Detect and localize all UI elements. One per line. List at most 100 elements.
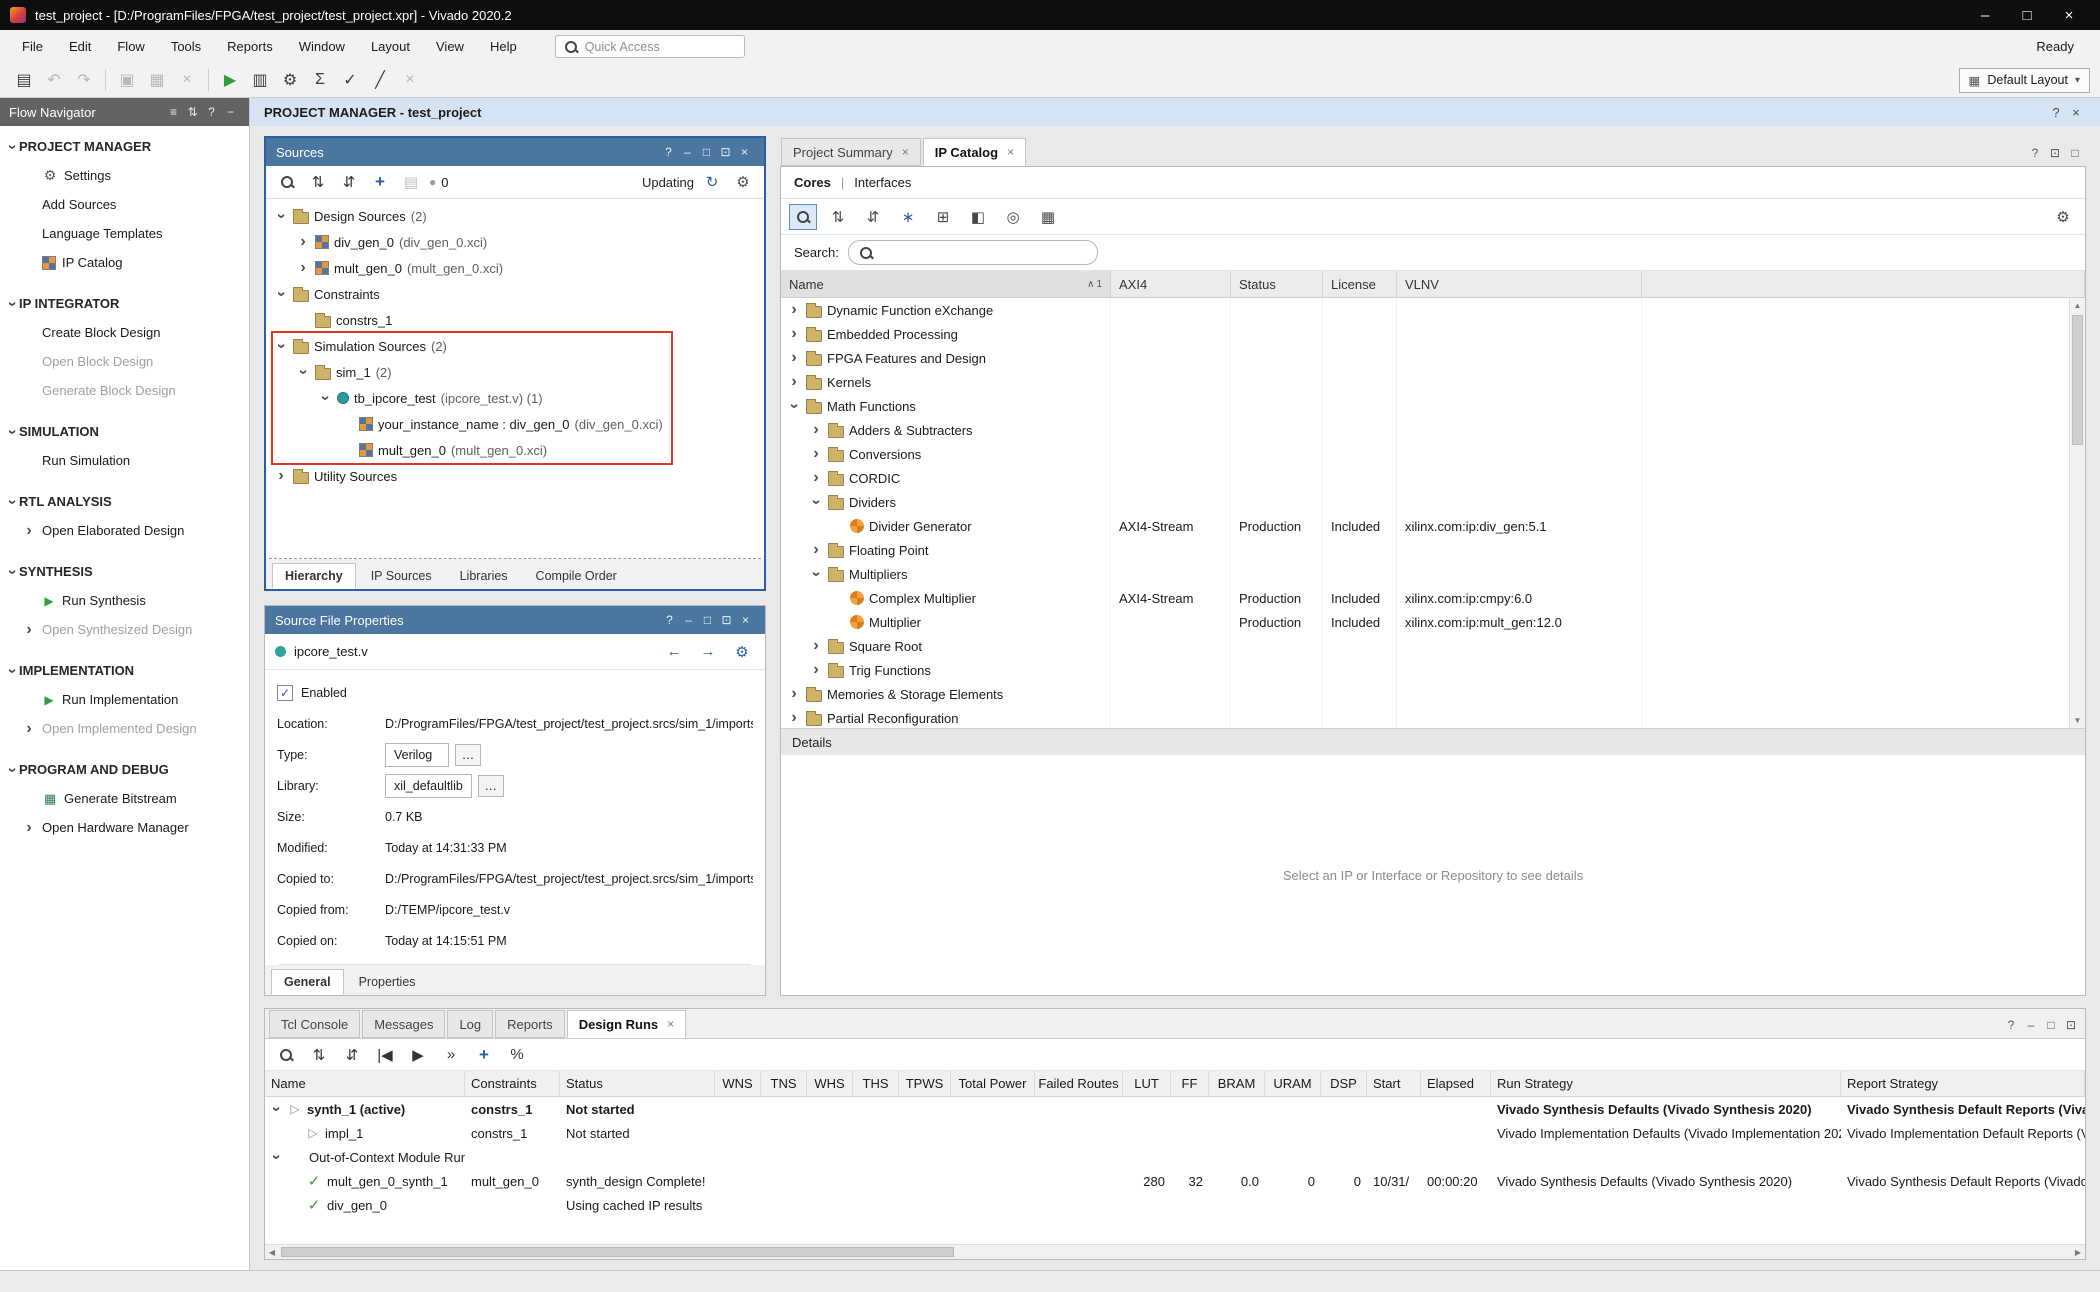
- taxonomy-icon[interactable]: ∗: [894, 204, 922, 230]
- column-header-failed-routes[interactable]: Failed Routes: [1035, 1071, 1123, 1096]
- design-run-row-mult-gen-0-synth-1[interactable]: ✓mult_gen_0_synth_1mult_gen_0synth_desig…: [265, 1169, 2085, 1193]
- chevron-closed-icon[interactable]: ›: [787, 687, 801, 701]
- catalog-vertical-scrollbar[interactable]: ▲ ▼: [2069, 298, 2085, 728]
- gear-icon[interactable]: ⚙: [730, 170, 756, 194]
- next-icon[interactable]: →: [695, 640, 721, 664]
- column-header-axi4[interactable]: AXI4: [1111, 271, 1231, 297]
- tab-compile-order[interactable]: Compile Order: [523, 563, 630, 589]
- menu-view[interactable]: View: [424, 34, 476, 59]
- catalog-row-dynamic-function-exchange[interactable]: ›Dynamic Function eXchange: [781, 298, 2085, 322]
- chevron-closed-icon[interactable]: ›: [787, 327, 801, 341]
- chevron-closed-icon[interactable]: ›: [22, 722, 36, 736]
- chevron-open-icon[interactable]: ›: [5, 297, 19, 311]
- column-header-name[interactable]: Name∧1: [781, 271, 1111, 297]
- chevron-closed-icon[interactable]: ›: [809, 423, 823, 437]
- tree-item-div-gen-0[interactable]: ›div_gen_0(div_gen_0.xci): [266, 229, 764, 255]
- column-header-constraints[interactable]: Constraints: [465, 1071, 560, 1096]
- quick-access-input[interactable]: Quick Access: [555, 35, 745, 58]
- add-sources-icon[interactable]: +: [367, 170, 393, 194]
- undo-icon[interactable]: ↶: [40, 67, 68, 93]
- menu-layout[interactable]: Layout: [359, 34, 422, 59]
- nav-item-open-implemented-design[interactable]: ›Open Implemented Design: [0, 714, 249, 743]
- chevron-closed-icon[interactable]: ›: [809, 471, 823, 485]
- tree-item-constrs-1[interactable]: constrs_1: [266, 307, 764, 333]
- column-header-elapsed[interactable]: Elapsed: [1421, 1071, 1491, 1096]
- catalog-row-math-functions[interactable]: ›Math Functions: [781, 394, 2085, 418]
- help-icon[interactable]: ?: [659, 145, 678, 159]
- minimize-icon[interactable]: –: [678, 145, 697, 159]
- nav-item-ip-catalog[interactable]: IP Catalog: [0, 248, 249, 277]
- nav-item-open-block-design[interactable]: Open Block Design: [0, 347, 249, 376]
- maximize-icon[interactable]: □: [2041, 1018, 2061, 1032]
- tab-ip-sources[interactable]: IP Sources: [358, 563, 445, 589]
- resize-icon[interactable]: ⇅: [183, 105, 202, 119]
- tab-reports[interactable]: Reports: [495, 1010, 565, 1038]
- minimize-window-icon[interactable]: –: [1964, 1, 2006, 29]
- search-icon[interactable]: [273, 1043, 299, 1067]
- chevron-closed-icon[interactable]: ›: [787, 351, 801, 365]
- catalog-row-multipliers[interactable]: ›Multipliers: [781, 562, 2085, 586]
- add-repository-icon[interactable]: ⊞: [929, 204, 957, 230]
- properties-horizontal-scrollbar[interactable]: ◀ ▶: [279, 964, 751, 965]
- flow-icon[interactable]: ▥: [246, 67, 274, 93]
- float-icon[interactable]: ⊡: [716, 145, 735, 159]
- tree-item-mult-gen-0[interactable]: mult_gen_0(mult_gen_0.xci): [266, 437, 764, 463]
- catalog-row-kernels[interactable]: ›Kernels: [781, 370, 2085, 394]
- chevron-open-icon[interactable]: ›: [5, 565, 19, 579]
- chevron-closed-icon[interactable]: ›: [787, 303, 801, 317]
- tab-properties[interactable]: Properties: [346, 969, 429, 995]
- search-icon[interactable]: [789, 204, 817, 230]
- nav-section-header-ip-integrator[interactable]: ›IP INTEGRATOR: [0, 289, 249, 318]
- run-icon[interactable]: ▶: [216, 67, 244, 93]
- float-icon[interactable]: ⊡: [2061, 1018, 2081, 1032]
- chevron-closed-icon[interactable]: ›: [296, 235, 310, 249]
- catalog-row-fpga-features-and-design[interactable]: ›FPGA Features and Design: [781, 346, 2085, 370]
- chevron-open-icon[interactable]: ›: [5, 140, 19, 154]
- column-header-license[interactable]: License: [1323, 271, 1397, 297]
- menu-reports[interactable]: Reports: [215, 34, 285, 59]
- maximize-icon[interactable]: □: [698, 613, 717, 627]
- chevron-closed-icon[interactable]: ›: [809, 447, 823, 461]
- tree-item-tb-ipcore-test[interactable]: ›tb_ipcore_test(ipcore_test.v) (1): [266, 385, 764, 411]
- maximize-window-icon[interactable]: □: [2006, 1, 2048, 29]
- column-header-bram[interactable]: BRAM: [1209, 1071, 1265, 1096]
- ellipsis-button[interactable]: …: [478, 775, 504, 797]
- column-header-report-strategy[interactable]: Report Strategy: [1841, 1071, 2085, 1096]
- settings-icon[interactable]: ⚙: [276, 67, 304, 93]
- nav-section-header-rtl-analysis[interactable]: ›RTL ANALYSIS: [0, 487, 249, 516]
- tab-design-runs[interactable]: Design Runs×: [567, 1010, 686, 1038]
- design-run-row-out-of-context-module-runs[interactable]: ›Out-of-Context Module Runs: [265, 1145, 2085, 1169]
- catalog-row-memories-storage-elements[interactable]: ›Memories & Storage Elements: [781, 682, 2085, 706]
- catalog-row-embedded-processing[interactable]: ›Embedded Processing: [781, 322, 2085, 346]
- chevron-open-icon[interactable]: ›: [274, 339, 288, 353]
- reports-icon[interactable]: Σ: [306, 67, 334, 93]
- open-file-icon[interactable]: ▤: [398, 170, 424, 194]
- close-design-icon[interactable]: ×: [396, 67, 424, 93]
- chevron-open-icon[interactable]: ›: [269, 1102, 283, 1116]
- nav-item-open-synthesized-design[interactable]: ›Open Synthesized Design: [0, 615, 249, 644]
- collapse-all-icon[interactable]: ⇅: [306, 1043, 332, 1067]
- nav-section-header-implementation[interactable]: ›IMPLEMENTATION: [0, 656, 249, 685]
- tree-item-constraints[interactable]: ›Constraints: [266, 281, 764, 307]
- tree-item-simulation-sources[interactable]: ›Simulation Sources(2): [266, 333, 764, 359]
- nav-item-settings[interactable]: ⚙Settings: [0, 161, 249, 190]
- expand-all-icon[interactable]: ⇵: [859, 204, 887, 230]
- menu-edit[interactable]: Edit: [57, 34, 103, 59]
- utilization-icon[interactable]: %: [504, 1043, 530, 1067]
- menu-window[interactable]: Window: [287, 34, 357, 59]
- chevron-closed-icon[interactable]: ›: [809, 639, 823, 653]
- chevron-open-icon[interactable]: ›: [809, 495, 823, 509]
- launch-runs-icon[interactable]: ▶: [405, 1043, 431, 1067]
- catalog-row-dividers[interactable]: ›Dividers: [781, 490, 2085, 514]
- scroll-down-icon[interactable]: ▼: [2070, 713, 2085, 728]
- close-icon[interactable]: ×: [735, 145, 754, 159]
- property-value-box[interactable]: Verilog: [385, 743, 449, 767]
- column-header-uram[interactable]: URAM: [1265, 1071, 1321, 1096]
- collapse-all-icon[interactable]: ⇅: [824, 204, 852, 230]
- column-header-tns[interactable]: TNS: [761, 1071, 807, 1096]
- chevron-open-icon[interactable]: ›: [5, 425, 19, 439]
- help-icon[interactable]: ?: [2025, 146, 2045, 160]
- column-header-ff[interactable]: FF: [1171, 1071, 1209, 1096]
- minimize-icon[interactable]: –: [2021, 1018, 2041, 1032]
- column-header-ths[interactable]: THS: [853, 1071, 899, 1096]
